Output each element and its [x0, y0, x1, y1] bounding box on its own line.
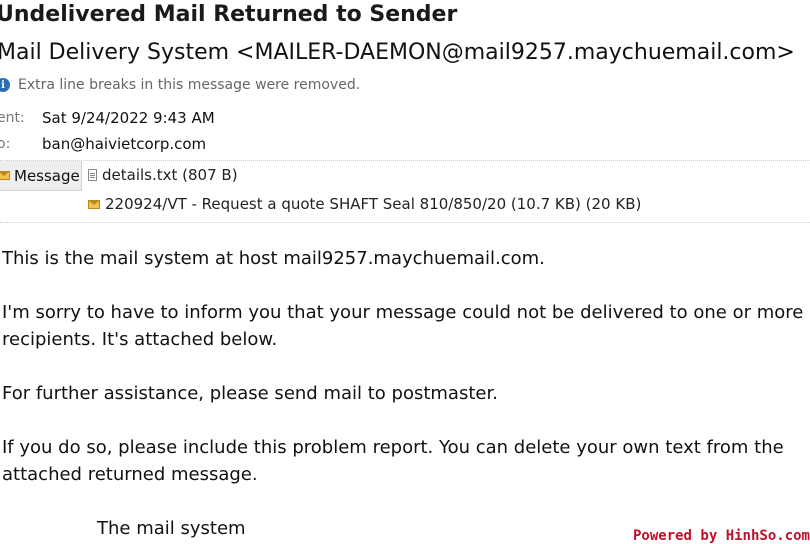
info-notice[interactable]: Extra line breaks in this message were r…	[18, 77, 360, 93]
info-bar: i Extra line breaks in this message were…	[0, 77, 360, 93]
tab-message-label: Message	[14, 166, 80, 185]
attachment-name: details.txt (807 B)	[102, 166, 238, 184]
message-subject: Undelivered Mail Returned to Sender	[0, 2, 458, 27]
body-paragraph: For further assistance, please send mail…	[2, 383, 498, 404]
signature: The mail system	[97, 518, 246, 539]
text-file-icon	[88, 169, 97, 181]
watermark: Powered by HinhSo.com	[632, 528, 810, 544]
envelope-icon	[88, 199, 100, 209]
tab-message[interactable]: Message	[0, 161, 82, 191]
envelope-icon	[0, 171, 10, 180]
sender[interactable]: Mail Delivery System <MAILER-DAEMON@mail…	[0, 40, 795, 65]
body-paragraph: This is the mail system at host mail9257…	[2, 248, 545, 269]
body-paragraph: If you do so, please include this proble…	[2, 437, 784, 458]
sent-label: ent:	[0, 110, 25, 126]
body-paragraph: recipients. It's attached below.	[2, 329, 278, 350]
body-paragraph: attached returned message.	[2, 464, 258, 485]
info-icon: i	[0, 78, 10, 92]
attachment-original-message[interactable]: 220924/VT - Request a quote SHAFT Seal 8…	[88, 195, 641, 213]
body-paragraph: I'm sorry to have to inform you that you…	[2, 302, 804, 323]
attachment-details[interactable]: details.txt (807 B)	[88, 166, 238, 184]
recipient[interactable]: ban@haivietcorp.com	[42, 135, 206, 153]
to-label: o:	[0, 136, 11, 152]
sent-value: Sat 9/24/2022 9:43 AM	[42, 109, 215, 127]
attachment-name: 220924/VT - Request a quote SHAFT Seal 8…	[105, 195, 642, 213]
